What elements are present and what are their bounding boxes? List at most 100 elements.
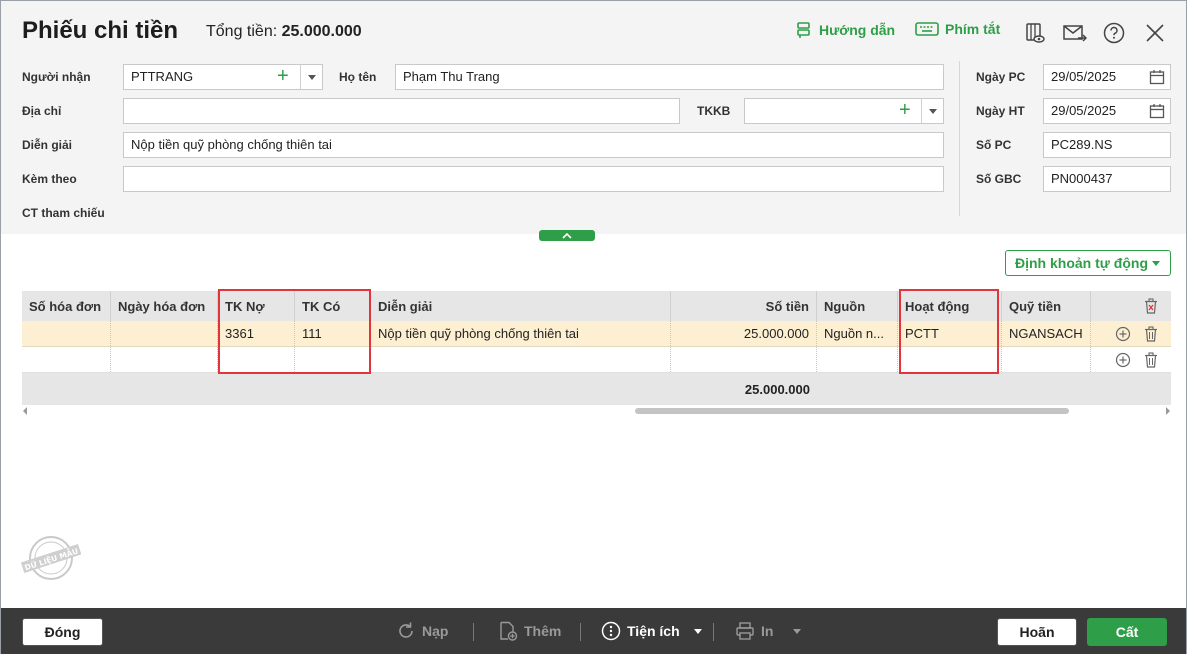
recipient-input[interactable]: PTTRANG (123, 64, 323, 90)
print-label: In (761, 623, 774, 639)
shortcut-link[interactable]: Phím tắt (915, 21, 1000, 37)
cell-amount[interactable] (671, 347, 817, 372)
cancel-button[interactable]: Hoãn (997, 618, 1077, 646)
keyboard-icon (915, 22, 939, 36)
table-total-row: 25.000.000 (22, 373, 1171, 405)
reload-label: Nạp (422, 623, 449, 639)
cell-description[interactable]: Nộp tiền quỹ phòng chống thiên tai (371, 321, 671, 346)
col-header-amount[interactable]: Số tiền (671, 291, 817, 321)
calendar-icon[interactable] (1149, 69, 1165, 85)
col-header-description[interactable]: Diễn giải (371, 291, 671, 321)
save-button[interactable]: Cất (1087, 618, 1167, 646)
recipient-value: PTTRANG (131, 69, 194, 84)
pc-no-input[interactable]: PC289.NS (1043, 132, 1171, 158)
tkkb-dropdown-button[interactable] (921, 99, 943, 123)
utility-label: Tiện ích (627, 623, 680, 639)
gbc-no-label: Số GBC (976, 172, 1022, 186)
signpost-icon (797, 22, 810, 38)
fullname-label: Họ tên (339, 70, 377, 84)
horizontal-scrollbar[interactable] (22, 405, 1171, 417)
shortcut-label: Phím tắt (945, 21, 1001, 37)
mail-forward-icon (1063, 25, 1087, 42)
cell-fund[interactable] (1002, 347, 1091, 372)
pc-date-value: 29/05/2025 (1051, 69, 1117, 84)
col-header-invoice-no[interactable]: Số hóa đơn (22, 291, 111, 321)
address-input[interactable] (123, 98, 680, 124)
chevron-down-icon (307, 74, 316, 80)
add-row-icon[interactable] (1115, 326, 1131, 342)
cell-invoice-date[interactable] (111, 347, 218, 372)
cell-source[interactable]: Nguồn n... (817, 321, 898, 346)
scroll-right-icon[interactable] (1165, 407, 1171, 415)
toolbar-separator (713, 623, 714, 641)
utility-menu-button[interactable]: Tiện ích (601, 621, 702, 641)
close-window-button[interactable] (1142, 20, 1168, 46)
gbc-no-input[interactable]: PN000437 (1043, 166, 1171, 192)
total-amount: Tổng tiền: 25.000.000 (206, 23, 362, 41)
cell-amount[interactable]: 25.000.000 (671, 321, 817, 346)
pc-no-value: PC289.NS (1051, 137, 1113, 152)
refresh-icon (399, 622, 413, 638)
form-header-area: Phiếu chi tiền Tổng tiền: 25.000.000 Hướ… (1, 1, 1186, 234)
reference-label[interactable]: CT tham chiếu (22, 206, 105, 220)
close-button[interactable]: Đóng (22, 618, 103, 646)
add-tkkb-icon[interactable]: + (899, 99, 911, 121)
calendar-icon[interactable] (1149, 103, 1165, 119)
fullname-value: Phạm Thu Trang (403, 69, 500, 84)
add-recipient-icon[interactable]: + (277, 65, 289, 87)
scrollbar-thumb[interactable] (635, 408, 1069, 414)
scroll-left-icon[interactable] (22, 407, 28, 415)
cell-source[interactable] (817, 347, 898, 372)
chevron-down-icon (928, 108, 937, 114)
guide-link[interactable]: Hướng dẫn (795, 21, 895, 39)
attach-input[interactable] (123, 166, 944, 192)
tkkb-input[interactable] (744, 98, 944, 124)
close-icon (1146, 24, 1164, 42)
auto-accounting-button[interactable]: Định khoản tự động (1005, 250, 1171, 276)
delete-all-icon (1145, 298, 1157, 314)
col-header-source[interactable]: Nguồn (817, 291, 898, 321)
add-document-icon (500, 621, 518, 641)
recipient-dropdown-button[interactable] (300, 65, 322, 89)
cell-invoice-no[interactable] (22, 321, 111, 346)
cell-fund[interactable]: NGANSACH (1002, 321, 1091, 346)
more-options-icon (601, 621, 621, 641)
cell-invoice-no[interactable] (22, 347, 111, 372)
payment-voucher-window: Phiếu chi tiền Tổng tiền: 25.000.000 Hướ… (0, 0, 1187, 654)
gbc-no-value: PN000437 (1051, 171, 1113, 186)
add-row-icon[interactable] (1115, 352, 1131, 368)
address-label: Địa chỉ (22, 104, 62, 118)
chevron-down-icon (693, 628, 702, 634)
delete-all-rows-button[interactable] (1091, 291, 1171, 321)
trash-icon[interactable] (1143, 325, 1159, 342)
fullname-input[interactable]: Phạm Thu Trang (395, 64, 944, 90)
preview-button[interactable] (1022, 20, 1048, 46)
section-divider (959, 61, 960, 216)
help-button[interactable] (1101, 20, 1127, 46)
col-header-fund[interactable]: Quỹ tiền (1002, 291, 1091, 321)
highlight-activity-column (899, 289, 999, 374)
collapse-header-button[interactable] (539, 230, 595, 241)
ht-date-label: Ngày HT (976, 104, 1025, 118)
print-button[interactable]: In (735, 621, 802, 641)
printer-icon (736, 622, 754, 640)
footer-toolbar: Đóng Nạp Thêm Tiện ích In Hoãn Cất (1, 608, 1186, 654)
add-button[interactable]: Thêm (498, 621, 561, 641)
description-value: Nộp tiền quỹ phòng chống thiên tai (131, 137, 332, 152)
highlight-account-columns (218, 289, 371, 374)
reload-button[interactable]: Nạp (396, 621, 448, 641)
trash-icon[interactable] (1143, 351, 1159, 368)
chevron-up-icon (562, 232, 572, 239)
ht-date-value: 29/05/2025 (1051, 103, 1117, 118)
send-mail-button[interactable] (1062, 20, 1088, 46)
description-input[interactable]: Nộp tiền quỹ phòng chống thiên tai (123, 132, 944, 158)
guide-label: Hướng dẫn (819, 22, 896, 38)
description-label: Diễn giải (22, 138, 73, 152)
cell-description[interactable] (371, 347, 671, 372)
cell-invoice-date[interactable] (111, 321, 218, 346)
total-value: 25.000.000 (281, 23, 362, 40)
col-header-invoice-date[interactable]: Ngày hóa đơn (111, 291, 218, 321)
help-icon (1103, 22, 1125, 44)
recipient-label: Người nhận (22, 70, 91, 84)
sample-data-stamp-icon: DỮ LIỆU MẪU (21, 536, 81, 580)
